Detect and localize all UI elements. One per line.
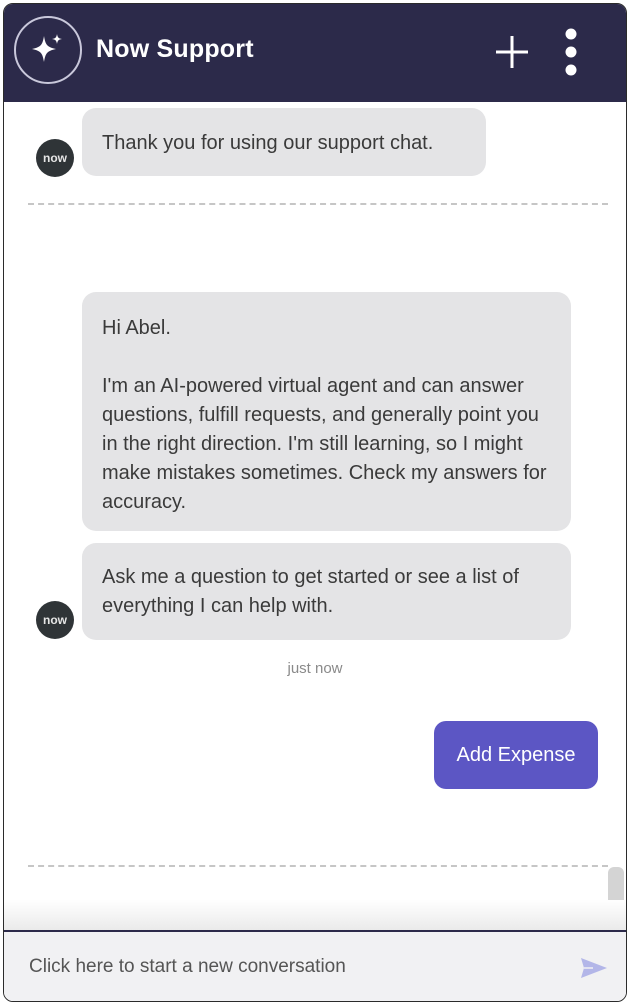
conversation-divider (28, 203, 608, 205)
avatar: now (36, 601, 74, 639)
add-expense-button[interactable]: Add Expense (434, 721, 598, 789)
composer-shadow (4, 900, 626, 932)
new-conversation-input[interactable] (27, 946, 551, 988)
message-bubble: Ask me a question to get started or see … (82, 543, 571, 640)
message-bubble: Thank you for using our support chat. (82, 108, 486, 176)
send-icon (581, 958, 607, 978)
avatar-label: now (43, 613, 67, 627)
plus-icon (496, 36, 528, 68)
avatar: now (36, 139, 74, 177)
chat-title: Now Support (96, 35, 254, 63)
new-conversation-button[interactable] (492, 32, 532, 72)
message-list: Thank you for using our support chat. no… (4, 102, 626, 930)
more-vertical-icon (565, 28, 577, 76)
conversation-divider (28, 865, 608, 867)
message-text: Ask me a question to get started or see … (102, 566, 519, 617)
avatar-label: now (43, 151, 67, 165)
message-greeting: Hi Abel. (102, 317, 171, 339)
more-options-button[interactable] (559, 26, 583, 78)
chat-window: Now Support Thank you for using our supp… (3, 3, 627, 1002)
message-bubble: Hi Abel. I'm an AI-powered virtual agent… (82, 292, 571, 531)
composer (4, 930, 626, 1001)
send-button[interactable] (579, 956, 609, 980)
chat-header: Now Support (4, 4, 626, 102)
message-text: Thank you for using our support chat. (102, 132, 434, 154)
message-timestamp: just now (287, 660, 343, 677)
sparkle-icon (14, 16, 82, 84)
message-text: I'm an AI-powered virtual agent and can … (102, 375, 547, 513)
